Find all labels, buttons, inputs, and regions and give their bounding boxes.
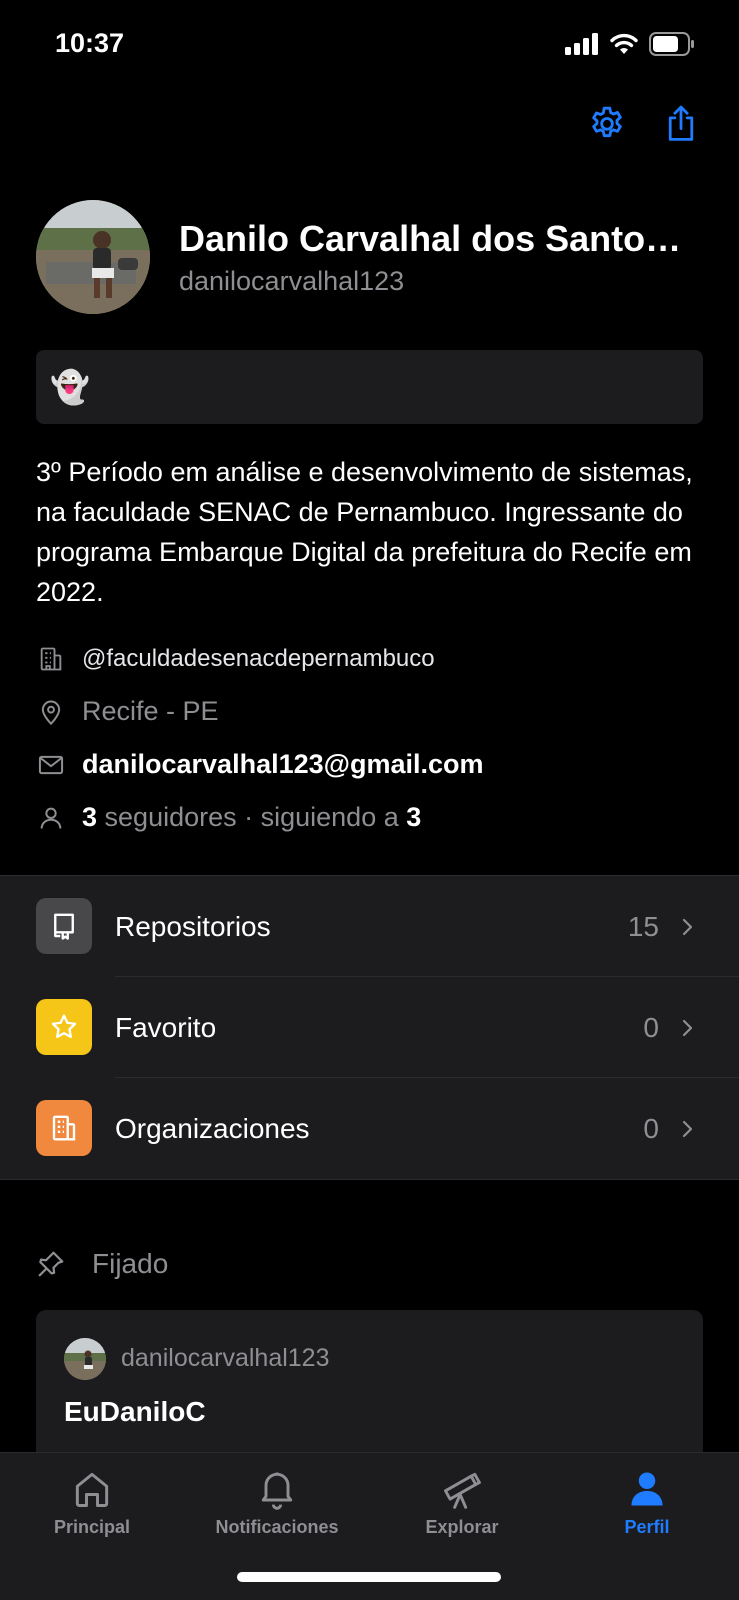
bell-icon	[261, 1472, 293, 1510]
menu-item-count: 0	[643, 1011, 659, 1043]
tab-label: Explorar	[425, 1517, 499, 1537]
menu-item-repositories[interactable]: Repositorios 15	[0, 876, 739, 977]
home-indicator	[237, 1572, 501, 1582]
pinned-repo-owner: danilocarvalhal123	[121, 1344, 330, 1372]
status-bar: 10:37	[0, 0, 739, 90]
status-box[interactable]: 👻	[36, 350, 703, 424]
following-count: 3	[406, 802, 422, 832]
repo-icon	[36, 898, 92, 954]
followers-count: 3	[82, 802, 98, 832]
location-row: Recife - PE	[36, 685, 706, 738]
profile-name: Danilo Carvalhal dos Santo…	[179, 218, 682, 259]
wifi-icon	[610, 33, 638, 54]
top-actions	[585, 102, 703, 146]
tab-explorar[interactable]: Explorar	[370, 1467, 554, 1538]
chevron-right-icon	[682, 1019, 693, 1036]
tab-perfil[interactable]: Perfil	[555, 1467, 739, 1538]
location-pin-icon	[36, 697, 66, 727]
chevron-right-icon	[682, 918, 693, 935]
tab-bar: Principal Notificaciones Explorar Perfil	[0, 1452, 739, 1600]
tab-label: Notificaciones	[215, 1517, 339, 1537]
mail-icon	[36, 750, 66, 780]
tab-notificaciones[interactable]: Notificaciones	[185, 1467, 369, 1538]
email-text: danilocarvalhal123@gmail.com	[82, 749, 484, 779]
profile-bio: 3º Período em análise e desenvolvimento …	[36, 457, 693, 607]
followers-label: seguidores · siguiendo a	[97, 802, 407, 832]
profile-header: Danilo Carvalhal dos Santo… danilocarval…	[36, 200, 703, 315]
settings-button[interactable]	[585, 102, 629, 146]
followers-row[interactable]: 3 seguidores · siguiendo a 3	[36, 791, 706, 844]
star-icon	[36, 999, 92, 1055]
status-icons	[565, 32, 695, 56]
tab-principal[interactable]: Principal	[0, 1467, 184, 1538]
menu-item-label: Favorito	[115, 1011, 217, 1043]
menu-item-label: Organizaciones	[115, 1112, 310, 1144]
share-button[interactable]	[659, 102, 703, 146]
status-time: 10:37	[55, 28, 125, 58]
profile-username: danilocarvalhal123	[179, 266, 405, 296]
company-row[interactable]: @faculdadesenacdepernambuco	[36, 632, 706, 685]
avatar	[64, 1338, 106, 1380]
location-text: Recife - PE	[82, 696, 219, 726]
organization-icon	[36, 1100, 92, 1156]
menu-item-favorites[interactable]: Favorito 0	[0, 977, 739, 1078]
share-icon	[668, 105, 694, 141]
profile-info-list: @faculdadesenacdepernambuco Recife - PE …	[36, 632, 706, 844]
pinned-repo-name: EuDaniloC	[64, 1396, 206, 1427]
menu-item-count: 15	[627, 910, 659, 942]
person-outline-icon	[36, 803, 66, 833]
tab-label: Principal	[53, 1517, 131, 1537]
profile-menu: Repositorios 15 Favorito 0 Organizacione…	[0, 875, 739, 1180]
chevron-right-icon	[682, 1120, 693, 1137]
telescope-icon	[444, 1472, 481, 1509]
pinned-repo-card[interactable]: danilocarvalhal123 EuDaniloC	[36, 1310, 703, 1470]
building-icon	[36, 644, 66, 674]
menu-item-organizations[interactable]: Organizaciones 0	[0, 1078, 739, 1179]
menu-item-label: Repositorios	[115, 910, 271, 942]
tab-label: Perfil	[624, 1517, 670, 1537]
email-row[interactable]: danilocarvalhal123@gmail.com	[36, 738, 706, 791]
battery-icon	[649, 32, 694, 56]
cellular-signal-icon	[565, 33, 598, 55]
status-emoji: 👻	[50, 369, 90, 405]
pinned-heading: Fijado	[36, 1248, 168, 1280]
pin-icon	[38, 1251, 64, 1277]
company-text: @faculdadesenacdepernambuco	[82, 644, 435, 672]
pinned-heading-label: Fijado	[92, 1248, 169, 1279]
home-icon	[75, 1472, 109, 1507]
menu-item-count: 0	[643, 1112, 659, 1144]
avatar[interactable]	[36, 200, 150, 314]
gear-icon	[592, 106, 622, 138]
person-icon	[631, 1472, 663, 1506]
